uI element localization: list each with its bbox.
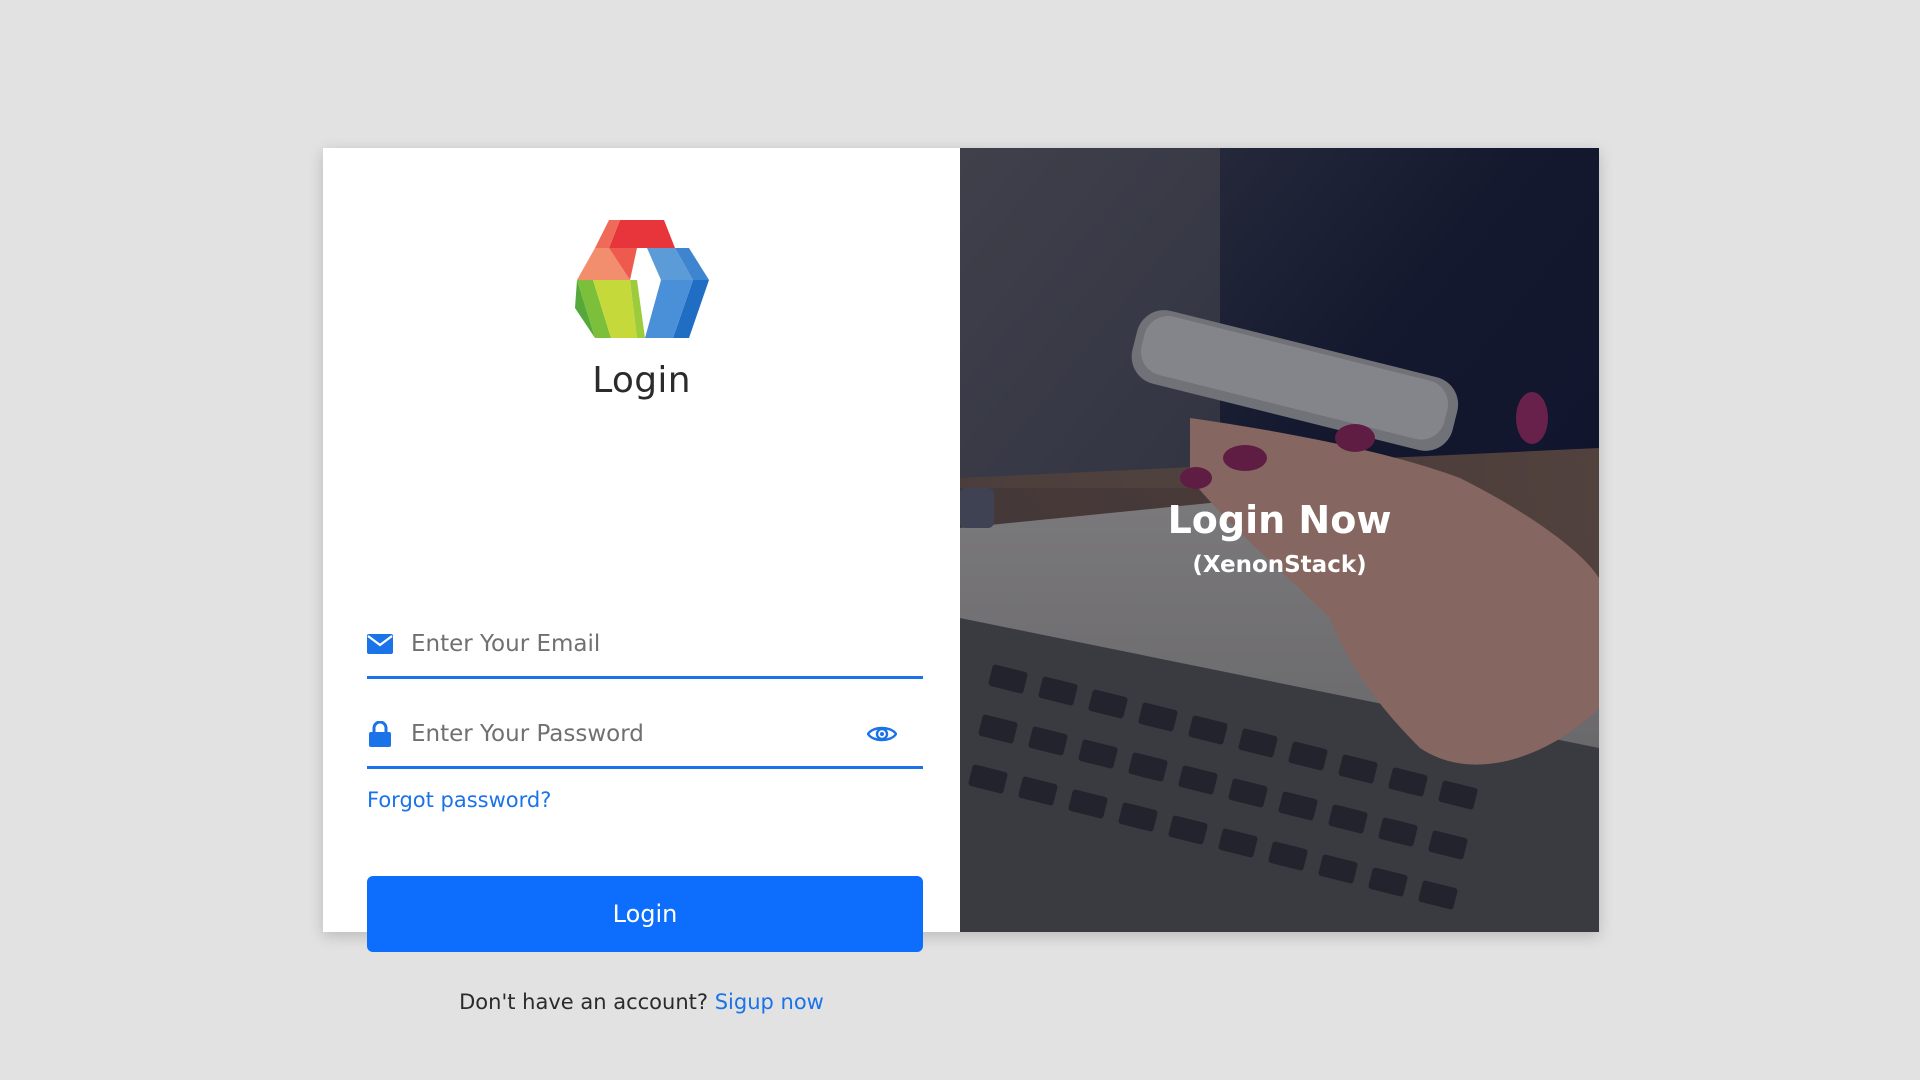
hero-panel: Login Now (XenonStack) (960, 148, 1599, 932)
app-logo (575, 220, 709, 338)
signup-prompt-text: Don't have an account? (459, 990, 709, 1014)
login-button[interactable]: Login (367, 876, 923, 952)
password-field (367, 702, 923, 769)
eye-icon[interactable] (865, 717, 899, 751)
login-title: Login (592, 360, 691, 401)
signup-link[interactable]: Sigup now (715, 990, 824, 1014)
envelope-icon (367, 631, 393, 657)
email-input[interactable] (411, 624, 923, 664)
email-field (367, 612, 923, 679)
login-panel: Login Enter Your Email Forgot password? … (323, 148, 960, 1014)
hero-subtitle: (XenonStack) (1192, 552, 1367, 578)
forgot-password-link[interactable]: Forgot password? (367, 788, 551, 812)
lock-icon (367, 721, 393, 747)
login-card: Login Enter Your Email Forgot password? … (323, 148, 1599, 1014)
signup-prompt: Don't have an account? Sigup now (323, 990, 960, 1014)
hero-title: Login Now (1167, 498, 1392, 542)
password-input[interactable] (411, 714, 865, 754)
